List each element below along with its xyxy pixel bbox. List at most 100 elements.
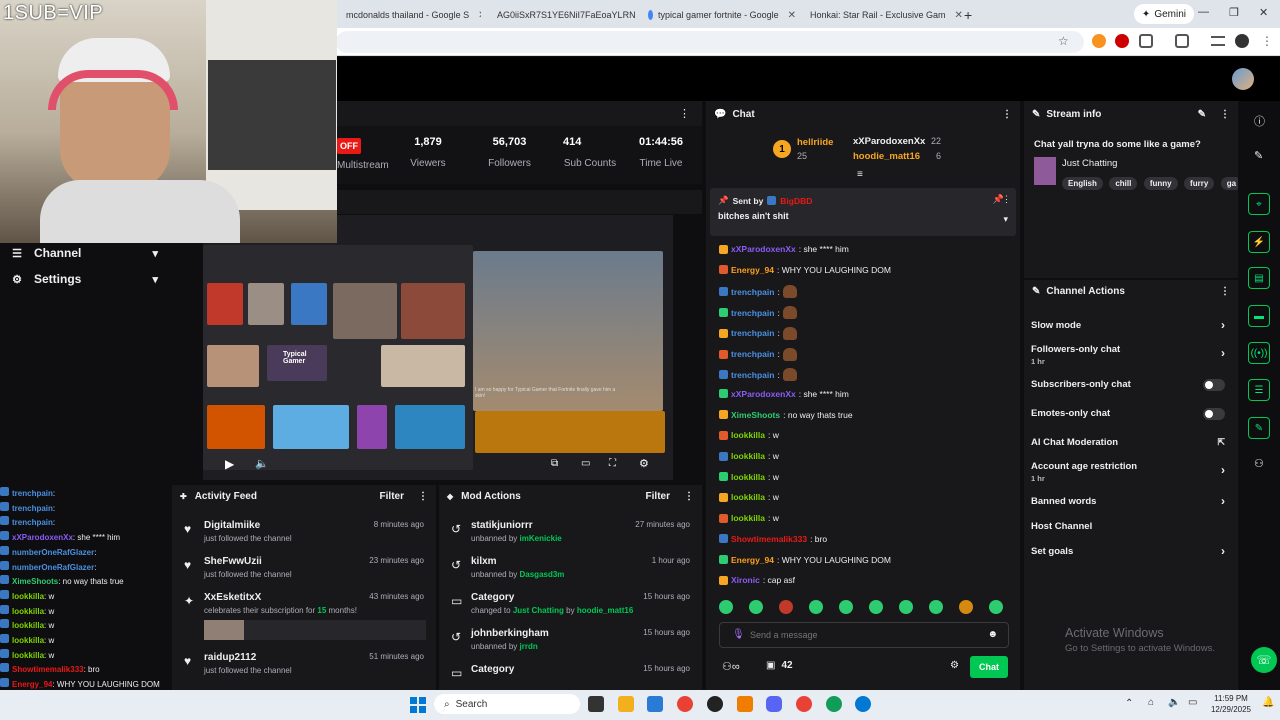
chat-username[interactable]: trenchpain bbox=[12, 504, 53, 513]
fullscreen-icon[interactable]: ⛶ bbox=[609, 458, 616, 469]
browser-tab[interactable]: AG0iiSxR7S1YE6NiI7FaEoaYLRN ✕ bbox=[492, 4, 640, 26]
tag-pill[interactable]: funny bbox=[1143, 177, 1178, 190]
pencil-icon[interactable]: ✎ bbox=[1254, 149, 1263, 162]
chat-username[interactable]: lookkilla bbox=[12, 651, 44, 660]
network-icon[interactable]: ⌂ bbox=[1148, 697, 1154, 708]
avatar[interactable] bbox=[1232, 68, 1254, 90]
viewer-list-icon[interactable]: ⚇∞ bbox=[722, 660, 740, 673]
store-icon[interactable] bbox=[647, 696, 663, 712]
feed-username[interactable]: XxEsketitxX bbox=[204, 592, 261, 603]
chat-message-input[interactable] bbox=[750, 627, 970, 643]
extensions-puzzle-icon[interactable] bbox=[1139, 34, 1153, 48]
chat-username[interactable]: xXParodoxenXx bbox=[731, 244, 796, 254]
chat-username[interactable]: lookkilla bbox=[12, 636, 44, 645]
tag-pill[interactable]: chill bbox=[1109, 177, 1138, 190]
moderator-name[interactable]: hoodie_matt16 bbox=[577, 606, 633, 615]
task-view-icon[interactable] bbox=[588, 696, 604, 712]
chat-input-box[interactable]: 🎙 ☻ bbox=[719, 622, 1009, 648]
channel-action-0[interactable]: Slow mode › bbox=[1031, 318, 1231, 332]
file-explorer-icon[interactable] bbox=[618, 696, 634, 712]
discord-icon[interactable] bbox=[766, 696, 782, 712]
close-icon[interactable]: ✕ bbox=[478, 10, 481, 21]
more-options-icon[interactable]: ⋮ bbox=[418, 491, 428, 502]
chat-username[interactable]: lookkilla bbox=[731, 451, 765, 461]
chat-username[interactable]: lookkilla bbox=[731, 513, 765, 523]
mod-action-user[interactable]: johnberkingham bbox=[471, 628, 549, 639]
new-tab-icon[interactable]: + bbox=[964, 4, 978, 26]
chat-username[interactable]: trenchpain bbox=[12, 489, 53, 498]
more-options-icon[interactable]: ⋮ bbox=[1220, 109, 1230, 120]
chat-username[interactable]: Energy_94 bbox=[12, 680, 52, 689]
category-name[interactable]: Just Chatting bbox=[1062, 158, 1117, 169]
gemini-button[interactable]: ✦ Gemini bbox=[1133, 4, 1194, 24]
channel-action-6[interactable]: Banned words › bbox=[1031, 494, 1231, 508]
chat-username[interactable]: numberOneRafGlazer bbox=[12, 563, 94, 572]
minimize-icon[interactable]: — bbox=[1198, 6, 1209, 18]
notifications-bell-icon[interactable]: 🔔 bbox=[1262, 697, 1274, 708]
emote-button[interactable] bbox=[869, 600, 883, 614]
chrome-icon[interactable] bbox=[677, 696, 693, 712]
emote-button[interactable] bbox=[839, 600, 853, 614]
channel-action-1[interactable]: Followers-only chat 1 hr › bbox=[1031, 344, 1231, 366]
chat-username[interactable]: lookkilla bbox=[12, 607, 44, 616]
battery-icon[interactable]: ▭ bbox=[1188, 697, 1197, 708]
lightning-icon[interactable]: ⚡ bbox=[1248, 231, 1270, 253]
feed-username[interactable]: Digitalmiike bbox=[204, 520, 260, 531]
tag-pill[interactable]: English bbox=[1062, 177, 1103, 190]
chat-username[interactable]: trenchpain bbox=[731, 308, 774, 318]
multistream-status-badge[interactable]: OFF bbox=[337, 138, 361, 154]
chrome-active-icon[interactable] bbox=[796, 696, 812, 712]
channel-action-2[interactable]: Subscribers-only chat bbox=[1031, 379, 1231, 391]
emoji-picker-icon[interactable]: ☻ bbox=[987, 629, 998, 640]
emote-button[interactable] bbox=[809, 600, 823, 614]
filter-button[interactable]: Filter bbox=[380, 491, 404, 502]
info-icon[interactable]: ⓘ bbox=[1254, 113, 1265, 129]
channel-action-3[interactable]: Emotes-only chat bbox=[1031, 408, 1231, 420]
tag-pill[interactable]: furry bbox=[1184, 177, 1215, 190]
microphone-icon[interactable]: 🎙 bbox=[732, 629, 745, 640]
vlc-icon[interactable] bbox=[737, 696, 753, 712]
feed-username[interactable]: raidup2112 bbox=[204, 652, 256, 663]
cast-icon[interactable] bbox=[1175, 34, 1189, 48]
toggle-switch[interactable] bbox=[1203, 379, 1225, 391]
gear-icon[interactable]: ⚙ bbox=[639, 457, 649, 470]
browser-tab[interactable]: typical gamer fortnite - Google ✕ bbox=[648, 4, 796, 26]
play-icon[interactable]: ▶ bbox=[225, 457, 234, 471]
mod-action-user[interactable]: kilxm bbox=[471, 556, 497, 567]
bookmark-star-icon[interactable]: ☆ bbox=[1058, 34, 1069, 48]
more-options-icon[interactable]: ⋮ bbox=[684, 491, 694, 502]
chat-username[interactable]: trenchpain bbox=[731, 328, 774, 338]
chat-username[interactable]: Showtimemalik333 bbox=[731, 534, 807, 544]
more-options-icon[interactable]: ⋮ bbox=[1220, 286, 1230, 297]
picture-in-picture-icon[interactable]: ⧉ bbox=[551, 458, 558, 469]
chat-settings-gear-icon[interactable]: ⚙ bbox=[950, 660, 959, 671]
browser-icon[interactable] bbox=[855, 696, 871, 712]
leaderboard-user[interactable]: hoodie_matt16 bbox=[853, 151, 920, 162]
pinned-message[interactable]: 📌 Sent by BigDBD bitches ain't shit 📌 ⋮ … bbox=[710, 188, 1016, 236]
chat-username[interactable]: xXParodoxenXx bbox=[731, 389, 796, 399]
chat-username[interactable]: lookkilla bbox=[12, 592, 44, 601]
theater-mode-icon[interactable]: ▭ bbox=[581, 458, 590, 469]
filter-button[interactable]: Filter bbox=[646, 491, 670, 502]
taskbar-search[interactable]: ⌕ Search bbox=[434, 694, 580, 714]
wrench-icon[interactable]: ✎ bbox=[1248, 417, 1270, 439]
leaderboard-user[interactable]: hellriide bbox=[797, 137, 833, 148]
channel-points[interactable]: ▣ 42 bbox=[766, 660, 793, 671]
emote-button[interactable] bbox=[719, 600, 733, 614]
moderator-name[interactable]: imKenickie bbox=[520, 534, 562, 543]
more-options-icon[interactable]: ⋮ bbox=[1002, 109, 1012, 120]
leaderboard-user[interactable]: xXParodoxenXx bbox=[853, 136, 925, 147]
more-options-icon[interactable]: ⋮ bbox=[679, 107, 690, 120]
channel-action-8[interactable]: Set goals › bbox=[1031, 544, 1231, 558]
edit-icon[interactable]: ✎ bbox=[1198, 109, 1206, 120]
browser-tab[interactable]: mcdonalds thailand - Google S ✕ bbox=[346, 4, 481, 26]
moderator-name[interactable]: Dasgasd3m bbox=[520, 570, 565, 579]
adblock-extension-icon[interactable] bbox=[1115, 34, 1129, 48]
more-options-icon[interactable]: ⋮ bbox=[1002, 194, 1011, 205]
category-box-art[interactable] bbox=[1034, 157, 1056, 185]
chat-username[interactable]: Energy_94 bbox=[731, 265, 774, 275]
pinned-sender[interactable]: BigDBD bbox=[780, 196, 812, 206]
stream-video-preview[interactable]: Typical Gamer I am so happy for Typical … bbox=[203, 215, 673, 480]
chat-username[interactable]: trenchpain bbox=[731, 287, 774, 297]
channel-action-5[interactable]: Account age restriction 1 hr › bbox=[1031, 461, 1231, 483]
